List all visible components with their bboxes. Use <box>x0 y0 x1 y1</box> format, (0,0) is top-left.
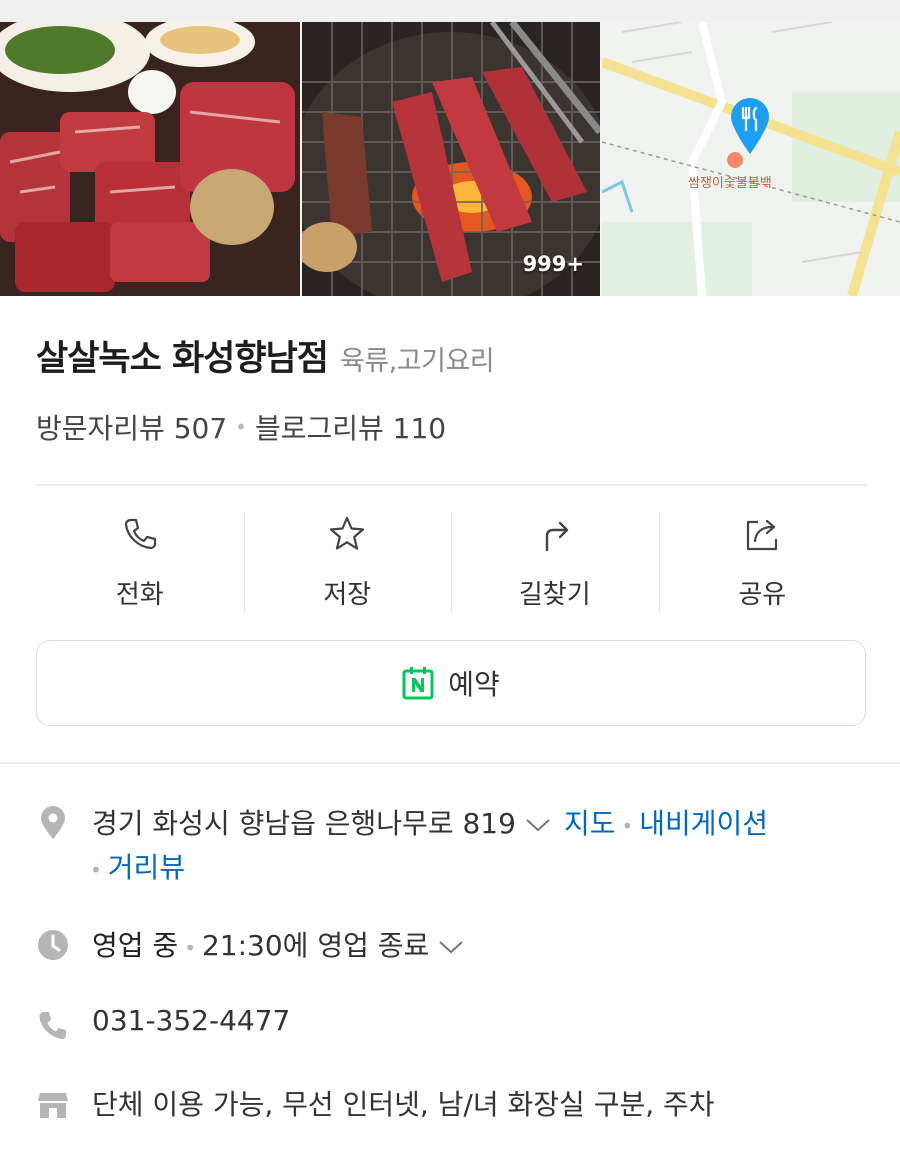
meat-platter-image <box>0 22 300 296</box>
map-link[interactable]: 지도 <box>564 807 616 840</box>
visitor-reviews-link[interactable]: 방문자리뷰 507 <box>36 407 227 447</box>
address-text[interactable]: 경기 화성시 향남읍 은행나무로 819 <box>92 807 516 840</box>
naver-booking-icon <box>402 667 434 700</box>
share-button[interactable]: 공유 <box>658 510 867 614</box>
map-pin-icon <box>729 96 771 154</box>
place-name: 살살녹소 화성향남점 <box>36 339 329 379</box>
separator-dot: • <box>235 415 247 439</box>
phone-icon <box>39 1012 66 1039</box>
save-label: 저장 <box>323 580 372 610</box>
status-strip <box>0 0 900 22</box>
photo-strip: 999+ 쌈쟁이숯불불백 <box>0 0 900 296</box>
place-header: 살살녹소 화성향남점 육류,고기요리 <box>36 330 495 381</box>
save-button[interactable]: 저장 <box>243 510 452 614</box>
address-row: 경기 화성시 향남읍 은행나무로 819 지도 • 내비게이션 <box>36 802 768 842</box>
store-icon <box>38 1093 68 1118</box>
separator-dot: • <box>184 936 196 960</box>
chevron-down-icon[interactable] <box>437 937 465 957</box>
navigation-link[interactable]: 내비게이션 <box>639 807 768 840</box>
map-place-label: 쌈쟁이숯불불백 <box>688 176 772 191</box>
phone-row: 031-352-4477 <box>36 1004 290 1042</box>
blog-reviews-link[interactable]: 블로그리뷰 110 <box>255 407 446 447</box>
amenities-row: 단체 이용 가능, 무선 인터넷, 남/녀 화장실 구분, 주차 <box>36 1083 715 1123</box>
share-label: 공유 <box>738 580 787 610</box>
clock-icon <box>38 930 68 960</box>
section-divider <box>0 762 900 764</box>
separator-dot: • <box>90 858 102 882</box>
separator-dot: • <box>621 814 634 838</box>
star-icon <box>330 516 365 550</box>
map-image <box>602 22 900 296</box>
directions-label: 길찾기 <box>518 580 591 610</box>
directions-button[interactable]: 길찾기 <box>451 510 659 614</box>
amenities-text: 단체 이용 가능, 무선 인터넷, 남/녀 화장실 구분, 주차 <box>92 1088 715 1121</box>
reserve-label: 예약 <box>448 668 500 701</box>
map-place-dot-icon <box>727 152 743 168</box>
photo-tile-grill[interactable]: 999+ <box>302 22 600 296</box>
reserve-button[interactable]: 예약 <box>36 640 866 726</box>
call-button[interactable]: 전화 <box>36 510 244 614</box>
address-row-continued: • 거리뷰 <box>90 846 185 886</box>
photo-tile-meat-platter[interactable] <box>0 22 300 296</box>
divider <box>36 484 866 486</box>
business-status: 영업 중 <box>92 929 179 962</box>
location-pin-icon <box>41 806 65 839</box>
place-category: 육류,고기요리 <box>340 346 495 377</box>
hours-row: 영업 중 • 21:30에 영업 종료 <box>36 924 477 964</box>
phone-icon <box>124 518 156 550</box>
share-icon <box>747 519 778 551</box>
call-label: 전화 <box>115 580 164 610</box>
photo-count-badge: 999+ <box>522 252 584 276</box>
review-counts: 방문자리뷰 507 • 블로그리뷰 110 <box>36 407 446 447</box>
map-thumbnail[interactable]: 쌈쟁이숯불불백 <box>602 22 900 296</box>
turn-arrow-icon <box>545 521 568 552</box>
business-hours[interactable]: 21:30에 영업 종료 <box>202 929 429 962</box>
action-bar: 전화 저장 길찾기 공유 <box>36 510 866 614</box>
phone-number[interactable]: 031-352-4477 <box>92 1004 290 1037</box>
chevron-down-icon[interactable] <box>524 815 552 835</box>
street-view-link[interactable]: 거리뷰 <box>108 851 185 884</box>
